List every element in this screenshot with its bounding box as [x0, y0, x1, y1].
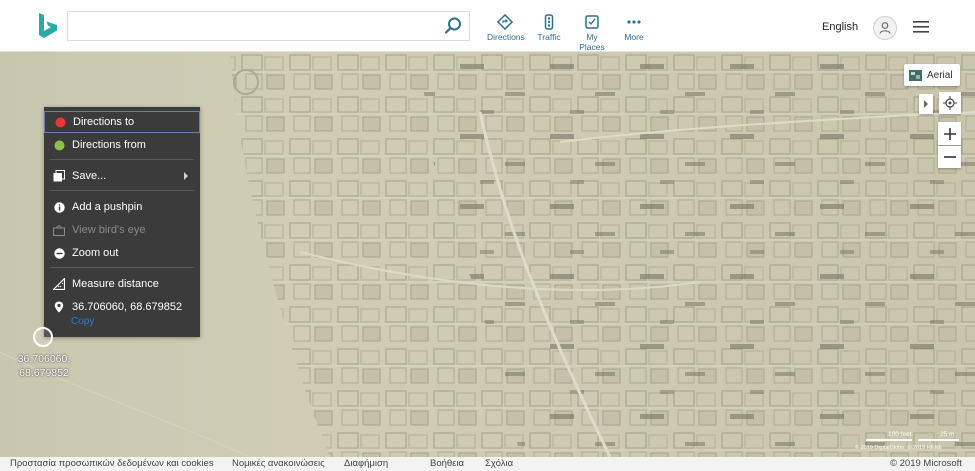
- menu-save-label: Save...: [72, 170, 107, 182]
- menu-add-pushpin[interactable]: Add a pushpin: [44, 196, 200, 218]
- minus-icon: [943, 156, 956, 158]
- scale-feet-bar: [866, 439, 912, 441]
- user-icon: [879, 22, 891, 34]
- nav-directions[interactable]: Directions: [487, 14, 525, 44]
- nav-directions-label: Directions: [487, 32, 525, 42]
- copy-coordinates-link[interactable]: Copy: [71, 316, 94, 327]
- menu-measure-distance[interactable]: Measure distance: [44, 273, 200, 295]
- marker-coordinate-line2: 68.679852: [19, 367, 69, 379]
- more-icon: [627, 20, 641, 24]
- locate-me-button[interactable]: [939, 92, 961, 114]
- red-dot-icon: [54, 116, 66, 128]
- expand-controls-button[interactable]: [919, 94, 933, 114]
- footer-copyright: © 2019 Microsoft: [890, 458, 962, 469]
- marker-coordinate-line1: 36.706060,: [17, 353, 71, 365]
- menu-separator: [50, 267, 194, 268]
- menu-separator: [50, 159, 194, 160]
- zoom-in-button[interactable]: [938, 122, 961, 145]
- map-style-button[interactable]: Aerial: [904, 64, 960, 86]
- submenu-arrow-icon: [184, 172, 188, 180]
- top-bar: Directions Traffic My Places More Englis…: [0, 0, 975, 52]
- footer-link-feedback[interactable]: Σχόλια: [485, 458, 513, 469]
- user-avatar[interactable]: [873, 16, 897, 40]
- menu-save[interactable]: Save...: [44, 165, 200, 187]
- menu-directions-from[interactable]: Directions from: [44, 134, 200, 156]
- green-dot-icon: [53, 139, 65, 151]
- dropped-location-marker[interactable]: [33, 327, 53, 347]
- nav-more-label: More: [624, 32, 644, 42]
- menu-measure-distance-label: Measure distance: [72, 278, 159, 290]
- search-icon[interactable]: [443, 16, 463, 36]
- directions-icon: [497, 14, 513, 30]
- footer-link-legal[interactable]: Νομικές ανακοινώσεις: [232, 458, 325, 469]
- my-places-icon: [585, 15, 599, 29]
- menu-zoom-out[interactable]: Zoom out: [44, 242, 200, 264]
- nav-traffic[interactable]: Traffic: [535, 14, 563, 44]
- plus-icon: [943, 127, 956, 140]
- menu-directions-to-label: Directions to: [73, 116, 135, 128]
- language-selector[interactable]: English: [822, 21, 858, 33]
- marker-coordinate-label: 36.706060, 68.679852: [10, 352, 78, 380]
- nav-more[interactable]: More: [622, 14, 646, 44]
- hamburger-menu-icon[interactable]: [913, 21, 929, 33]
- nav-my-places[interactable]: My Places: [573, 14, 611, 52]
- nav-my-places-label: My Places: [579, 32, 605, 52]
- footer-link-advertising[interactable]: Διαφήμιση: [344, 458, 388, 469]
- menu-coordinates: 36.706060, 68.679852: [44, 296, 200, 318]
- caret-right-icon: [924, 100, 928, 108]
- map-style-label: Aerial: [927, 69, 953, 81]
- menu-coordinates-label: 36.706060, 68.679852: [72, 301, 183, 313]
- traffic-icon: [544, 14, 554, 30]
- menu-directions-from-label: Directions from: [72, 139, 146, 151]
- footer: Προστασία προσωπικών δεδομένων και cooki…: [0, 457, 975, 471]
- scale-feet-label: 100 feet: [888, 431, 912, 438]
- menu-separator: [50, 190, 194, 191]
- context-menu: Directions to Directions from Save... Ad…: [44, 107, 200, 337]
- zoom-out-button[interactable]: [938, 146, 961, 168]
- footer-link-privacy[interactable]: Προστασία προσωπικών δεδομένων και cooki…: [10, 458, 214, 469]
- locate-icon: [943, 96, 957, 110]
- search-box: [67, 11, 470, 41]
- info-icon: [53, 201, 65, 213]
- save-icon: [53, 170, 65, 182]
- menu-directions-to[interactable]: Directions to: [44, 111, 200, 133]
- bing-logo-icon[interactable]: [36, 12, 60, 40]
- zoom-out-icon: [53, 247, 65, 259]
- birds-eye-icon: [53, 224, 65, 236]
- location-pin-icon: [53, 301, 65, 313]
- footer-link-help[interactable]: Βοήθεια: [430, 458, 464, 469]
- scale-meters-bar: [918, 439, 959, 441]
- aerial-thumbnail-icon: [909, 69, 922, 81]
- nav-traffic-label: Traffic: [537, 32, 561, 42]
- menu-zoom-out-label: Zoom out: [72, 247, 119, 259]
- scale-meters-label: 25 m: [940, 431, 955, 438]
- ruler-icon: [53, 278, 65, 290]
- search-input[interactable]: [68, 12, 428, 40]
- menu-view-birds-eye: View bird's eye: [44, 219, 200, 241]
- menu-view-birds-eye-label: View bird's eye: [72, 224, 146, 236]
- menu-add-pushpin-label: Add a pushpin: [72, 201, 143, 213]
- imagery-credit: © 2019 DigitalGlobe, © 2019 HERE: [855, 445, 942, 451]
